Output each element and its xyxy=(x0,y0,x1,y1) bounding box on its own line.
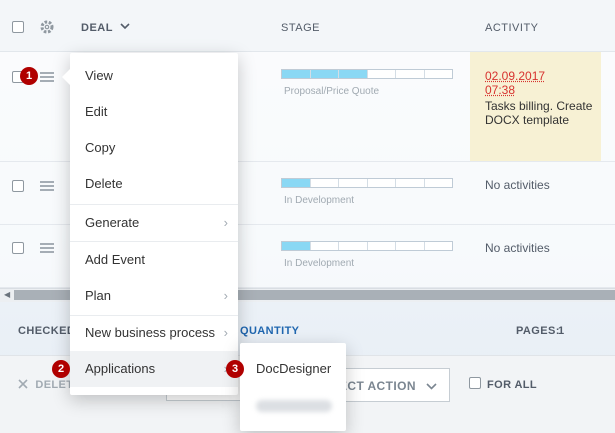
chevron-right-icon: › xyxy=(223,215,228,230)
stage-label: Proposal/Price Quote xyxy=(284,86,380,97)
for-all-label: FOR ALL xyxy=(487,379,538,391)
menu-item-new-business-process[interactable]: New business process › xyxy=(70,315,238,351)
pages-label: PAGES: xyxy=(516,325,560,337)
select-all-checkbox[interactable] xyxy=(12,21,24,33)
menu-item-copy[interactable]: Copy xyxy=(70,130,238,166)
menu-item-delete[interactable]: Delete xyxy=(70,166,238,202)
stage-progress-bar[interactable] xyxy=(281,69,453,79)
menu-item-view[interactable]: View xyxy=(70,58,238,94)
stage-progress-bar[interactable] xyxy=(281,241,453,251)
gear-icon[interactable] xyxy=(39,19,55,38)
chevron-down-icon xyxy=(120,23,130,30)
menu-item-plan[interactable]: Plan › xyxy=(70,278,238,314)
stage-progress-bar[interactable] xyxy=(281,178,453,188)
activity-text: No activities xyxy=(485,178,550,192)
stage-label: In Development xyxy=(284,258,355,269)
chevron-right-icon: › xyxy=(223,325,228,340)
scroll-left-icon[interactable]: ◀ xyxy=(4,290,10,299)
activity-text[interactable]: Tasks billing. Create DOCX template xyxy=(485,99,597,127)
step-badge: 2 xyxy=(52,360,70,378)
applications-submenu: DocDesigner xyxy=(240,343,346,431)
column-header-activity[interactable]: ACTIVITY xyxy=(485,22,539,34)
for-all-checkbox[interactable] xyxy=(469,377,481,389)
burger-icon[interactable] xyxy=(40,181,54,191)
quantity-link[interactable]: QUANTITY xyxy=(240,325,299,337)
stage-label: In Development xyxy=(284,195,355,206)
step-badge: 3 xyxy=(226,360,244,378)
step-badge: 1 xyxy=(20,67,38,85)
menu-pointer xyxy=(62,69,70,85)
submenu-item-docdesigner[interactable]: DocDesigner xyxy=(256,361,331,376)
row-checkbox[interactable] xyxy=(12,180,24,192)
activity-text: No activities xyxy=(485,241,550,255)
column-header-deal[interactable]: DEAL xyxy=(81,22,130,34)
column-header-stage[interactable]: STAGE xyxy=(281,22,320,34)
menu-item-generate[interactable]: Generate › xyxy=(70,205,238,241)
menu-item-add-event[interactable]: Add Event xyxy=(70,242,238,278)
delete-button[interactable]: DELET xyxy=(18,377,73,391)
menu-item-applications[interactable]: Applications› xyxy=(70,351,238,387)
row-context-menu: View Edit Copy Delete Generate › Add Even… xyxy=(70,53,238,395)
chevron-down-icon xyxy=(426,383,437,390)
submenu-item-blurred[interactable] xyxy=(256,400,332,412)
burger-icon[interactable] xyxy=(40,243,54,253)
pages-value: 1 xyxy=(558,325,565,337)
row-checkbox[interactable] xyxy=(12,242,24,254)
burger-icon[interactable] xyxy=(40,72,54,82)
chevron-right-icon: › xyxy=(223,288,228,303)
menu-item-edit[interactable]: Edit xyxy=(70,94,238,130)
close-icon xyxy=(18,379,28,389)
activity-date-link[interactable]: 02.09.2017 07:38 xyxy=(485,69,565,97)
